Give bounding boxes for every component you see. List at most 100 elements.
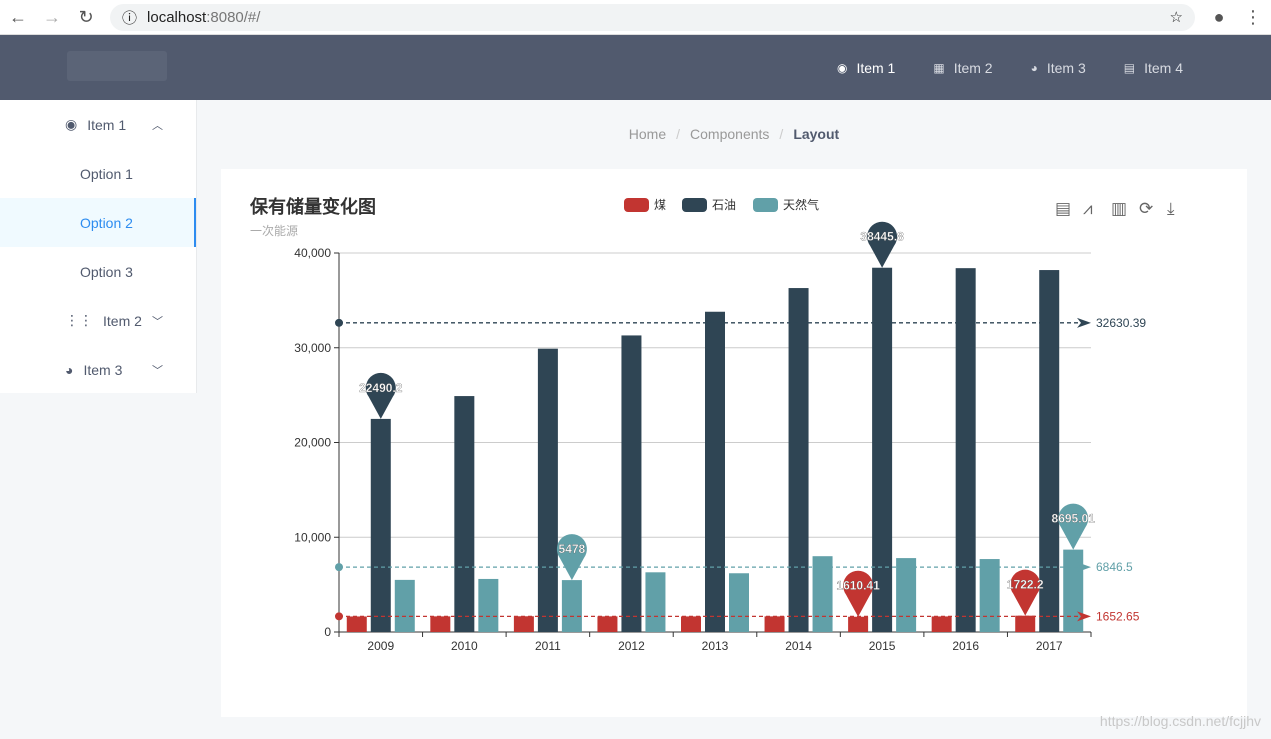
top-menu-item-2[interactable]: ▦ Item 2	[933, 60, 992, 76]
chart-title: 保有储量变化图	[249, 196, 376, 217]
y-tick-label: 30,000	[294, 341, 331, 355]
bar-chart: 保有储量变化图一次能源 煤 石油 天然气 ▤ ⩘ ▥ ⟳ ⤓ 0 10,000 20,000 30,00…	[249, 196, 1175, 653]
sidebar-item-3[interactable]: ◕ Item 3 ﹀	[0, 345, 196, 394]
markpoint-label: 8695.01	[1052, 512, 1096, 526]
legend-swatch[interactable]	[682, 198, 707, 212]
bar-石油-2014[interactable]	[788, 288, 809, 632]
bar-煤-2017[interactable]	[1015, 615, 1036, 632]
grid-icon: ⋮⋮	[65, 312, 93, 328]
info-icon: ⓘ	[122, 9, 138, 27]
sidebar-item-label: Item 3	[83, 361, 123, 378]
markline-label: 1652.65	[1096, 609, 1140, 623]
address-bar[interactable]: ⓘ localhost:8080/#/ ☆	[110, 3, 1195, 31]
watermark: https://blog.csdn.net/fcjjhv	[1099, 713, 1261, 729]
markpoint-pin[interactable]	[1010, 569, 1041, 616]
x-tick-label: 2014	[785, 639, 812, 653]
top-header: ◉ Item 1 ▦ Item 2 ◕ Item 3 ▤ Item 4	[0, 35, 1271, 100]
bar-石油-2015[interactable]	[872, 267, 893, 632]
reload-icon[interactable]: ↻	[76, 7, 96, 28]
bar-天然气-2011[interactable]	[561, 580, 582, 632]
top-menu-item-1[interactable]: ◉ Item 1	[837, 60, 895, 76]
x-tick-label: 2010	[451, 639, 478, 653]
sidebar-item-label: Item 1	[87, 116, 127, 133]
menu-label: Item 3	[1046, 59, 1086, 76]
legend-label[interactable]: 天然气	[783, 197, 819, 212]
menu-label: Item 1	[856, 59, 896, 76]
markpoint-pin[interactable]	[365, 372, 396, 419]
sidebar-item-1[interactable]: ◉ Item 1 ︿	[0, 100, 196, 149]
x-tick-label: 2012	[618, 639, 645, 653]
bar-天然气-2009[interactable]	[394, 579, 415, 632]
sidebar-option-2[interactable]: Option 2	[0, 198, 196, 247]
markpoint-label: 1610.41	[836, 579, 880, 593]
navigation-icon: ◉	[836, 60, 848, 75]
chevron-up-icon: ︿	[152, 119, 163, 132]
markpoint-label: 5478	[559, 542, 586, 556]
legend-label[interactable]: 石油	[712, 198, 736, 212]
bar-石油-2012[interactable]	[621, 335, 642, 632]
bar-石油-2010[interactable]	[454, 396, 475, 632]
bar-煤-2015[interactable]	[848, 616, 869, 632]
bar-石油-2013[interactable]	[705, 311, 725, 632]
bar-石油-2009[interactable]	[370, 418, 391, 632]
star-icon[interactable]: ☆	[1170, 8, 1183, 26]
more-icon[interactable]: ⋮	[1243, 7, 1263, 28]
markpoint-pin[interactable]	[843, 570, 874, 617]
top-menu-item-4[interactable]: ▤ Item 4	[1124, 60, 1183, 76]
y-tick-label: 20,000	[294, 436, 331, 450]
y-tick-label: 10,000	[294, 530, 331, 544]
bar-天然气-2013[interactable]	[729, 573, 749, 632]
sidebar-option-3[interactable]: Option 3	[0, 247, 196, 296]
y-tick-label: 0	[324, 625, 331, 639]
chart-card: 保有储量变化图 一次能源 煤 石油 天然气 ▤ ⩘ ▥ ⟳ ⤓ 0 10,000 20,000 30,00…	[221, 169, 1247, 717]
pie-icon: ◕	[65, 361, 74, 378]
line-chart-icon[interactable]: ⩘	[1083, 199, 1093, 219]
back-icon[interactable]: ←	[8, 7, 28, 28]
bar-天然气-2015[interactable]	[896, 558, 917, 632]
bar-天然气-2010[interactable]	[478, 578, 499, 632]
browser-toolbar: ← → ↻ ⓘ localhost:8080/#/ ☆ ● ⋮	[0, 0, 1271, 35]
bar-煤-2014[interactable]	[764, 616, 785, 632]
top-menu-item-3[interactable]: ◕ Item 3	[1031, 60, 1086, 76]
markpoint-pin[interactable]	[1058, 503, 1089, 550]
breadcrumb-home[interactable]: Home	[629, 126, 666, 142]
markpoint-pin[interactable]	[556, 534, 587, 581]
x-tick-label: 2013	[702, 639, 729, 653]
forward-icon[interactable]: →	[42, 7, 62, 28]
legend-swatch[interactable]	[624, 198, 649, 212]
markpoint-pin[interactable]	[867, 221, 898, 268]
legend-label[interactable]: 煤	[654, 198, 666, 212]
bar-煤-2011[interactable]	[513, 616, 534, 632]
bar-chart-icon[interactable]: ▥	[1111, 199, 1127, 219]
sidebar-item-2[interactable]: ⋮⋮ Item 2 ﹀	[0, 296, 196, 345]
bar-煤-2012[interactable]	[597, 616, 618, 632]
markline-start	[335, 612, 343, 621]
bar-天然气-2016[interactable]	[979, 559, 1000, 632]
account-icon[interactable]: ●	[1209, 7, 1229, 28]
sidebar-option-1[interactable]: Option 1	[0, 149, 196, 198]
sidebar-item-label: Item 2	[103, 312, 142, 329]
document-icon: ▤	[1123, 60, 1136, 75]
breadcrumb-current: Layout	[793, 126, 840, 142]
chevron-down-icon: ﹀	[152, 364, 163, 377]
sidebar: ◉ Item 1 ︿ Option 1 Option 2 Option 3 ⋮⋮ It…	[0, 100, 197, 393]
data-view-icon[interactable]: ▤	[1055, 199, 1071, 219]
legend-swatch[interactable]	[753, 198, 778, 212]
bar-煤-2009[interactable]	[346, 616, 367, 632]
markline-start	[335, 563, 343, 572]
restore-icon[interactable]: ⟳	[1139, 199, 1153, 219]
breadcrumb: Home / Components / Layout	[628, 126, 840, 142]
bar-石油-2011[interactable]	[537, 348, 558, 632]
markline-arrow	[1077, 317, 1091, 328]
bar-天然气-2012[interactable]	[645, 572, 666, 632]
breadcrumb-components[interactable]: Components	[690, 126, 769, 142]
bar-煤-2010[interactable]	[430, 616, 451, 632]
navigation-icon: ◉	[65, 116, 78, 132]
menu-label: Item 2	[953, 59, 993, 76]
x-tick-label: 2015	[869, 639, 896, 653]
bar-煤-2016[interactable]	[931, 616, 952, 632]
markline-start	[335, 318, 343, 327]
download-icon[interactable]: ⤓	[1167, 199, 1175, 219]
bar-煤-2013[interactable]	[681, 616, 701, 632]
url-host: localhost	[147, 8, 207, 26]
